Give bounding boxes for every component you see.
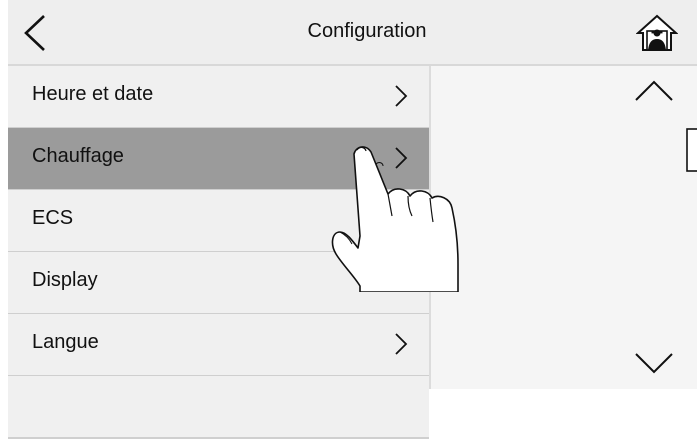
menu-item-heure-et-date[interactable]: Heure et date <box>8 66 429 129</box>
edge-control[interactable] <box>686 128 697 172</box>
chevron-right-icon <box>395 333 408 355</box>
home-person-icon <box>635 14 679 51</box>
menu-item-label: Heure et date <box>32 83 154 105</box>
scroll-down-button[interactable] <box>634 352 674 376</box>
chevron-down-icon <box>635 353 673 374</box>
scroll-up-button[interactable] <box>634 78 674 102</box>
menu-item-label: Langue <box>32 331 99 353</box>
touch-hand-icon <box>326 136 482 293</box>
menu-item-label: Chauffage <box>32 145 124 167</box>
menu-item-label: Display <box>32 269 98 291</box>
menu-item-langue[interactable]: Langue <box>8 314 429 377</box>
chevron-up-icon <box>635 80 673 101</box>
page-title: Configuration <box>307 20 427 42</box>
chevron-right-icon <box>395 85 408 107</box>
home-button[interactable] <box>635 14 679 52</box>
menu-item-partial[interactable] <box>8 376 429 439</box>
menu-item-label: ECS <box>32 207 74 229</box>
